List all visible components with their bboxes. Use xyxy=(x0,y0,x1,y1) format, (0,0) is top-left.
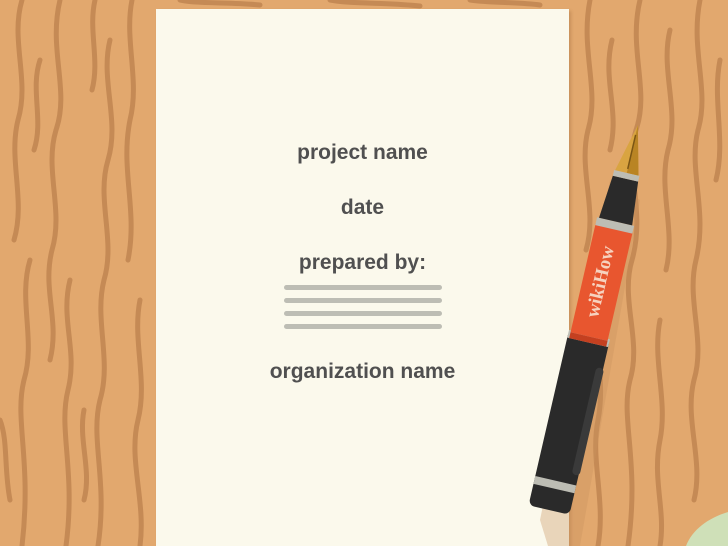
leaf-decoration xyxy=(686,512,728,546)
